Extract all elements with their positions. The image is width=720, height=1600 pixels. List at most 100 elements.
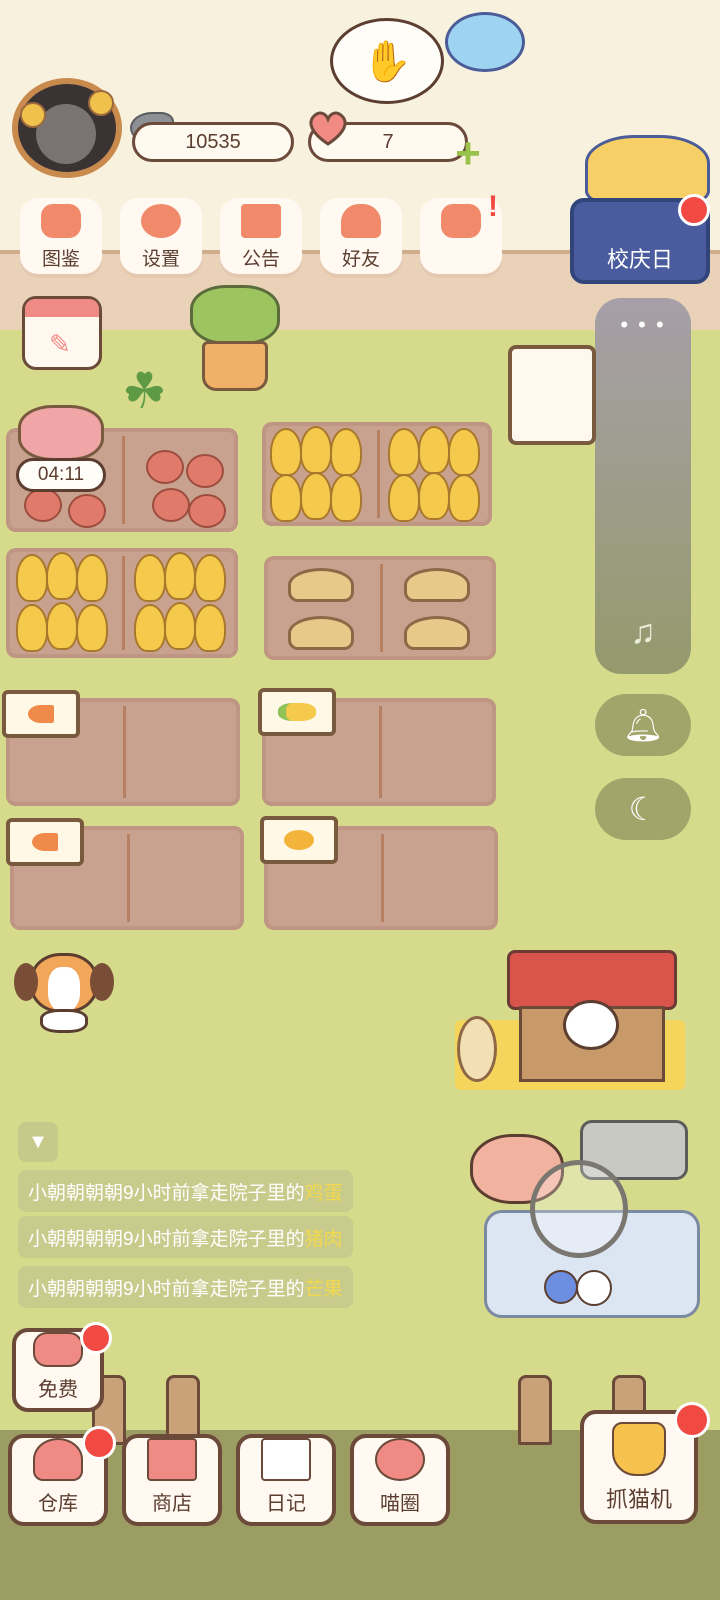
mouse-pest[interactable] xyxy=(18,405,104,461)
chicken[interactable] xyxy=(563,1000,619,1050)
nav-diary-button[interactable]: 日记 xyxy=(236,1434,336,1526)
dog-pet[interactable] xyxy=(12,945,114,1035)
egg-icon[interactable] xyxy=(457,1016,497,1082)
nav-cat-circle-button[interactable]: 喵圈 xyxy=(350,1434,450,1526)
pig-pen[interactable] xyxy=(470,1120,705,1330)
bell-button[interactable]: 🔔︎ xyxy=(595,694,691,756)
gear-icon xyxy=(141,204,181,238)
tomato-icon xyxy=(24,488,62,522)
shop-icon xyxy=(147,1438,197,1481)
potato-icon xyxy=(404,568,470,602)
message-text: 小朝朝朝朝9小时前拿走院子里的 xyxy=(28,1182,305,1204)
flower-icon xyxy=(88,90,114,116)
more-icon[interactable]: • • • xyxy=(595,312,691,338)
player-avatar[interactable] xyxy=(12,78,122,178)
farm-plot-potato[interactable] xyxy=(264,556,496,660)
fish-counter: 10535 xyxy=(132,122,294,162)
message-text: 小朝朝朝朝9小时前拿走院子里的 xyxy=(28,1228,305,1250)
plot-timer: 04:11 xyxy=(16,458,106,492)
activity-message: 小朝朝朝朝9小时前拿走院子里的 芒果 xyxy=(18,1266,353,1308)
flower-icon xyxy=(20,102,46,128)
activity-message: 小朝朝朝朝9小时前拿走院子里的 猪肉 xyxy=(18,1216,353,1258)
heart-mail-icon xyxy=(441,204,481,238)
lantern-decoration xyxy=(445,12,525,72)
flower-icon xyxy=(576,1270,612,1306)
message-item: 鸡蛋 xyxy=(304,1182,343,1204)
add-hearts-button[interactable]: + xyxy=(448,132,488,176)
seed-sign-mango[interactable] xyxy=(260,816,338,864)
nav-shop-button[interactable]: 商店 xyxy=(122,1434,222,1526)
seed-sign-carrot[interactable] xyxy=(6,818,84,866)
heart-count: 7 xyxy=(382,130,394,153)
menu-label: 图鉴 xyxy=(41,249,80,270)
tomato-icon xyxy=(186,454,224,488)
hand-icon: ✋ xyxy=(362,39,412,84)
pencil-icon: ✎ xyxy=(49,329,71,359)
notification-dot xyxy=(82,1426,116,1460)
corn-icon xyxy=(278,703,316,721)
farm-plot-wheat[interactable] xyxy=(6,548,238,658)
carrot-icon xyxy=(28,705,54,723)
gift-icon xyxy=(241,204,281,238)
menu-notice-button[interactable]: 公告 xyxy=(220,198,302,274)
nav-label: 日记 xyxy=(266,1493,306,1515)
notification-dot xyxy=(674,1402,710,1438)
activity-message: 小朝朝朝朝9小时前拿走院子里的 鸡蛋 xyxy=(18,1170,353,1212)
farm-plot-wheat[interactable] xyxy=(262,422,492,526)
chicken-coop[interactable] xyxy=(455,950,690,1100)
message-item: 芒果 xyxy=(304,1278,343,1300)
menu-friends-button[interactable]: 好友 xyxy=(320,198,402,274)
warehouse-icon xyxy=(33,1438,83,1481)
timer-value: 04:11 xyxy=(37,464,85,485)
seed-sign-carrot[interactable] xyxy=(2,690,80,738)
heart-icon xyxy=(309,111,347,146)
music-icon[interactable]: ♫ xyxy=(595,613,691,652)
nav-label: 商店 xyxy=(152,1493,192,1515)
night-mode-button[interactable]: ☾ xyxy=(595,778,691,840)
alert-mark-icon: ! xyxy=(488,190,498,223)
message-toggle-button[interactable]: ▼ xyxy=(18,1122,58,1162)
potato-icon xyxy=(288,568,354,602)
menu-collection-button[interactable]: 图鉴 xyxy=(20,198,102,274)
tomato-icon xyxy=(188,494,226,528)
clover-icon: ☘ xyxy=(122,363,167,419)
seed-sign-corn[interactable] xyxy=(258,688,336,736)
menu-label: 好友 xyxy=(341,249,380,270)
cat-head-icon xyxy=(41,204,81,238)
floating-side-panel[interactable]: • • • ♫ xyxy=(595,298,691,674)
diary-icon xyxy=(261,1438,311,1481)
menu-label: 公告 xyxy=(241,249,280,270)
free-label: 免费 xyxy=(38,1379,78,1401)
tomato-icon xyxy=(68,494,106,528)
friends-icon xyxy=(341,204,381,238)
heart-icon xyxy=(33,1332,83,1367)
mango-icon xyxy=(284,830,314,850)
nav-label: 喵圈 xyxy=(380,1493,420,1515)
fence-post xyxy=(518,1375,552,1445)
calendar-button[interactable]: ✎ xyxy=(22,296,102,370)
fish-count: 10535 xyxy=(185,130,241,153)
chevron-down-icon: ▼ xyxy=(28,1130,48,1153)
notification-dot xyxy=(678,194,710,226)
bell-icon: 🔔︎ xyxy=(622,707,664,743)
nav-label: 仓库 xyxy=(38,1493,78,1515)
tomato-icon xyxy=(152,488,190,522)
fan-icon[interactable] xyxy=(530,1160,628,1258)
tomato-icon xyxy=(146,450,184,484)
event-label: 校庆日 xyxy=(606,247,673,272)
potato-icon xyxy=(404,616,470,650)
wave-hand-bubble[interactable]: ✋ xyxy=(330,18,444,104)
message-item: 猪肉 xyxy=(304,1228,343,1250)
potted-plant xyxy=(190,285,280,395)
claw-icon xyxy=(612,1422,666,1476)
flower-icon xyxy=(544,1270,578,1304)
cat-planet-icon xyxy=(375,1438,425,1481)
potato-icon xyxy=(288,616,354,650)
menu-settings-button[interactable]: 设置 xyxy=(120,198,202,274)
message-text: 小朝朝朝朝9小时前拿走院子里的 xyxy=(28,1278,305,1300)
map-signboard[interactable] xyxy=(508,345,596,445)
claw-label: 抓猫机 xyxy=(605,1487,672,1512)
notification-dot xyxy=(80,1322,112,1354)
carrot-icon xyxy=(32,833,58,851)
menu-label: 设置 xyxy=(141,249,180,270)
